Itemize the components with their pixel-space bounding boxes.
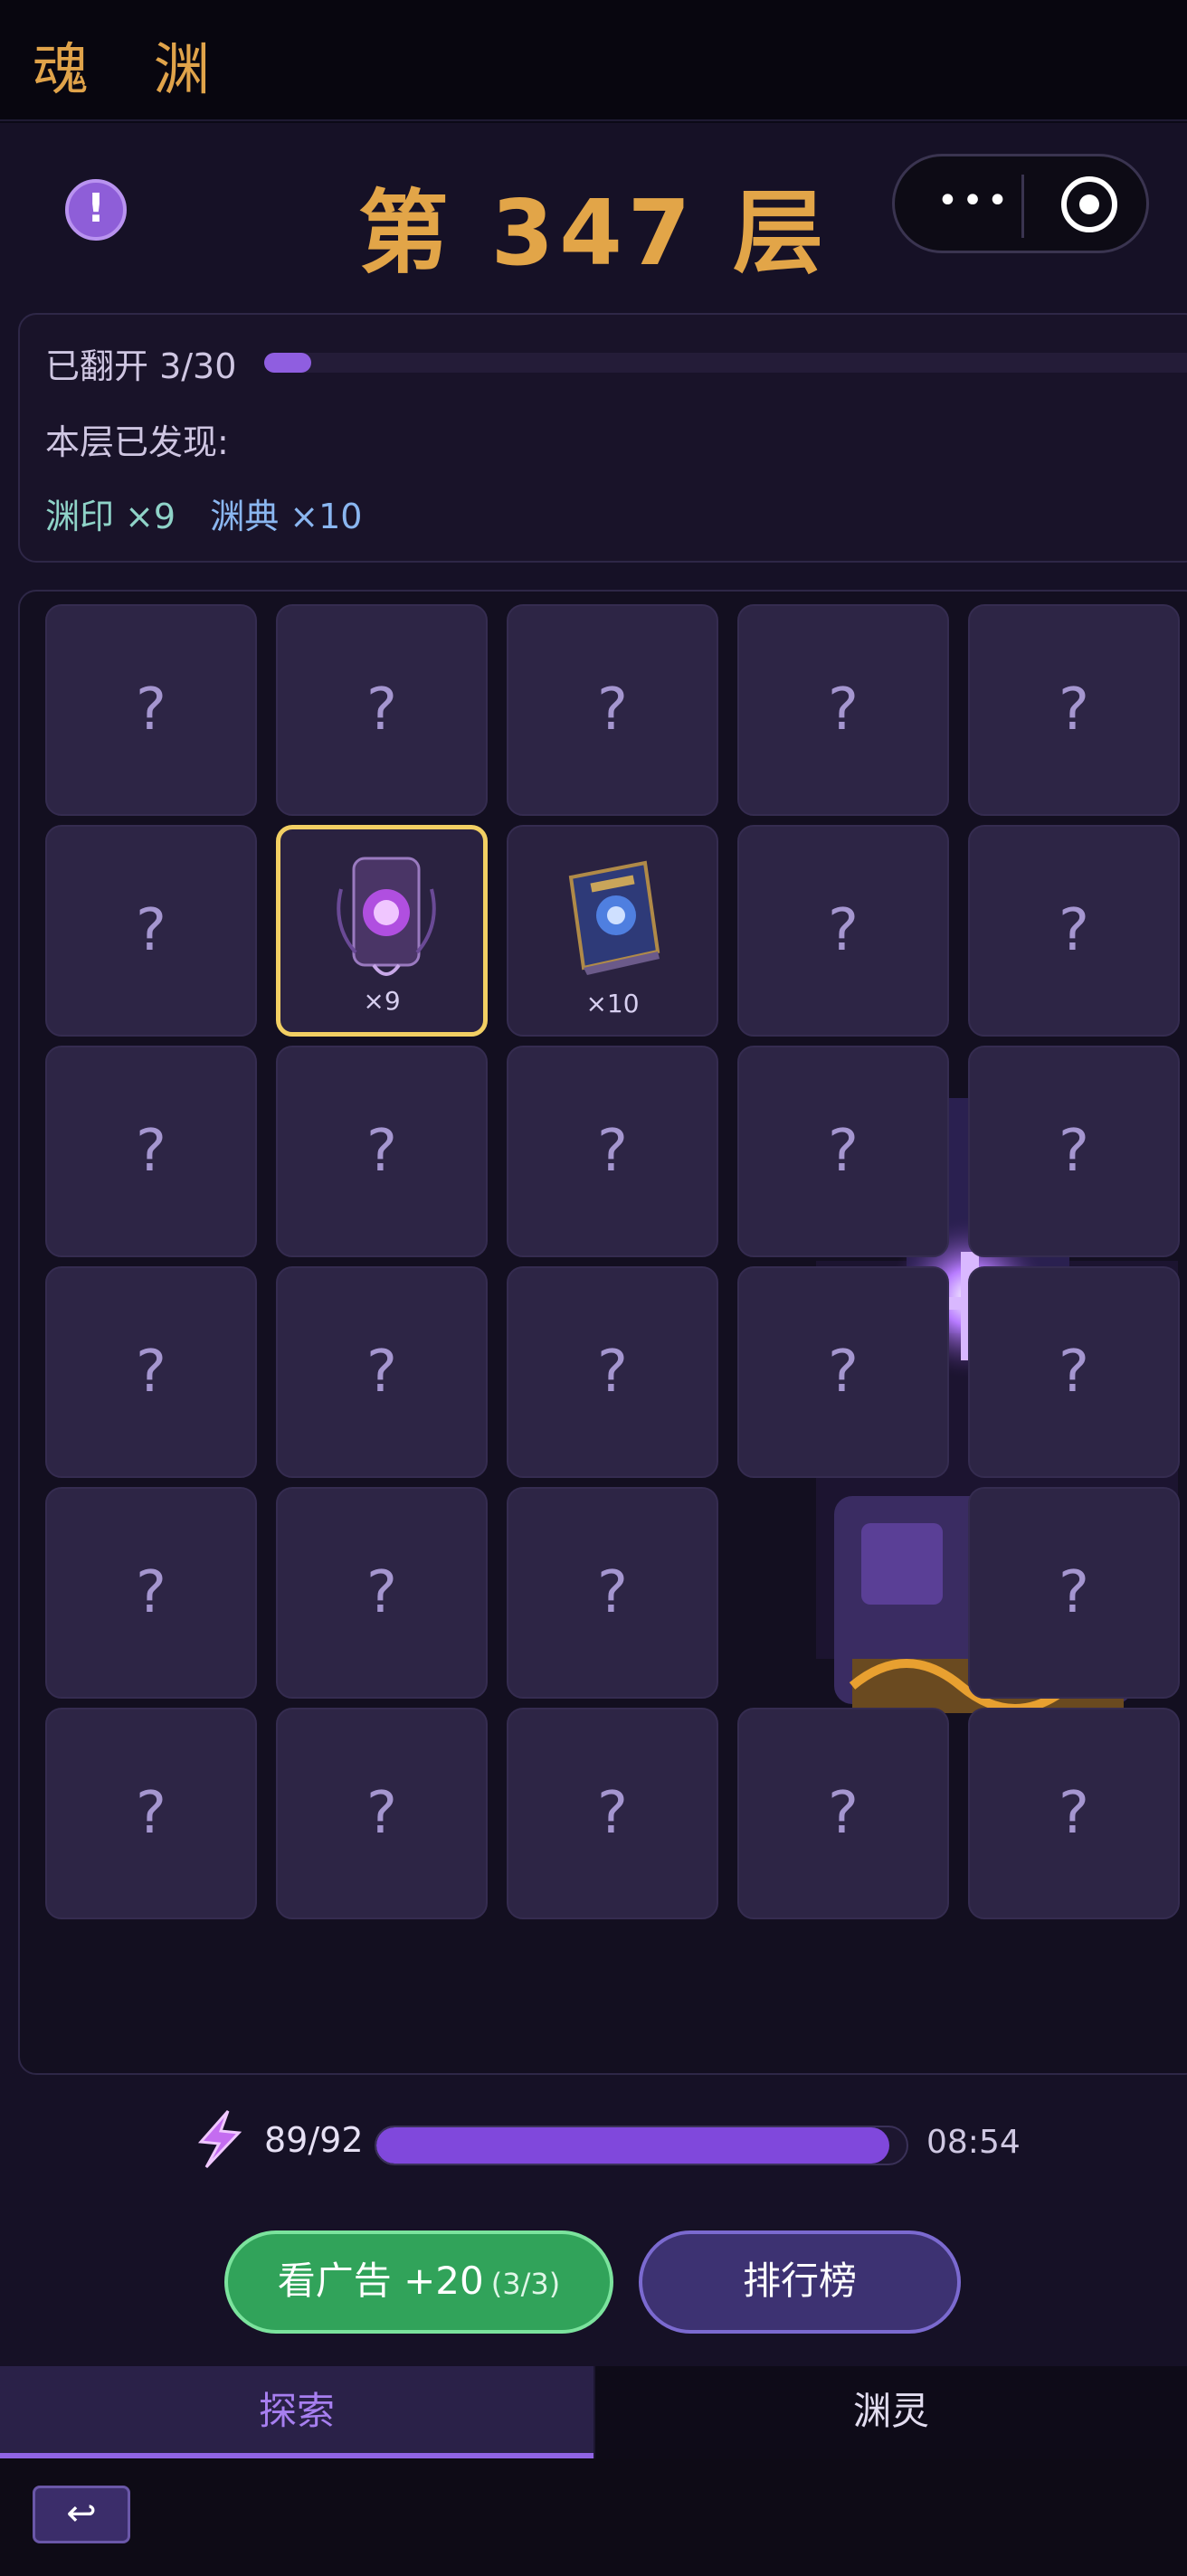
tile-r4-c2[interactable]: ?: [276, 1266, 488, 1478]
tile-mark: ?: [828, 897, 859, 964]
tile-r5-c5[interactable]: ?: [968, 1487, 1180, 1699]
tile-r2-c3-revealed[interactable]: ×10: [507, 825, 718, 1037]
energy-value: 89/92: [264, 2120, 364, 2160]
tile-r2-c2-revealed[interactable]: ×9: [276, 825, 488, 1037]
tile-r5-c2[interactable]: ?: [276, 1487, 488, 1699]
tile-mark: ?: [1059, 1559, 1089, 1626]
leaderboard-button[interactable]: 排行榜: [639, 2230, 961, 2334]
energy-timer: 08:54: [926, 2124, 1021, 2161]
tile-r4-c4[interactable]: ?: [737, 1266, 949, 1478]
tile-mark: ?: [1059, 1118, 1089, 1185]
tome-book-icon: [568, 860, 660, 975]
tile-mark: ?: [366, 1118, 397, 1185]
energy-fill: [376, 2127, 889, 2164]
tile-mark: ?: [136, 1118, 166, 1185]
tile-r4-c3[interactable]: ?: [507, 1266, 718, 1478]
tile-grid: ? ? ? ? ? ? ×9 ×10 ? ? ? ? ? ? ? ? ? ? ?…: [18, 590, 1187, 2075]
tile-mark: ?: [366, 1780, 397, 1847]
tile-r6-c5[interactable]: ?: [968, 1708, 1180, 1919]
tile-mark: ?: [597, 677, 628, 743]
watch-ad-label: 看广告 +20: [277, 2259, 484, 2303]
tile-mark: ?: [828, 1780, 859, 1847]
tile-mark: ?: [1059, 1339, 1089, 1406]
tile-mark: ?: [136, 1780, 166, 1847]
close-target-icon[interactable]: [1061, 176, 1117, 232]
watch-ad-count: (3/3): [490, 2267, 561, 2301]
tile-mark: ?: [366, 1559, 397, 1626]
tile-mark: ?: [1059, 677, 1089, 743]
tile-r1-c1[interactable]: ?: [45, 604, 257, 816]
tile-r3-c3[interactable]: ?: [507, 1046, 718, 1257]
tile-mark: ?: [366, 1339, 397, 1406]
tile-mark: ?: [828, 1118, 859, 1185]
energy-bar: [375, 2126, 908, 2165]
tile-r4-c5[interactable]: ?: [968, 1266, 1180, 1478]
tile-mark: ?: [597, 1339, 628, 1406]
tile-mark: ?: [1059, 897, 1089, 964]
tile-count: ×10: [585, 989, 640, 1018]
tile-mark: ?: [597, 1118, 628, 1185]
tile-r2-c5[interactable]: ?: [968, 825, 1180, 1037]
tile-r6-c1[interactable]: ?: [45, 1708, 257, 1919]
flip-progress-fill: [264, 353, 311, 373]
tile-r3-c5[interactable]: ?: [968, 1046, 1180, 1257]
flipped-count: 已翻开 3/30: [45, 346, 237, 386]
tile-r4-c1[interactable]: ?: [45, 1266, 257, 1478]
more-icon[interactable]: •••: [931, 183, 1018, 223]
tile-r1-c5[interactable]: ?: [968, 604, 1180, 816]
lightning-icon: [197, 2110, 242, 2169]
tile-count: ×9: [363, 986, 401, 1016]
bottom-bar: ↩: [0, 2458, 1187, 2576]
tile-mark: ?: [366, 677, 397, 743]
tab-spirits[interactable]: 渊灵: [594, 2366, 1187, 2458]
found-list: 渊印 ×9 渊典 ×10: [45, 488, 362, 538]
seal-card-icon: [337, 857, 436, 976]
found-item-seal: 渊印 ×9: [45, 497, 176, 536]
capsule-divider: [1021, 175, 1024, 238]
tile-r6-c4[interactable]: ?: [737, 1708, 949, 1919]
tile-mark: ?: [1059, 1780, 1089, 1847]
app-bar: 魂 渊: [0, 0, 1187, 121]
tile-r1-c3[interactable]: ?: [507, 604, 718, 816]
tile-mark: ?: [597, 1559, 628, 1626]
tile-r5-c1[interactable]: ?: [45, 1487, 257, 1699]
tile-mark: ?: [828, 677, 859, 743]
watch-ad-button[interactable]: 看广告 +20 (3/3): [224, 2230, 613, 2334]
tile-r2-c1[interactable]: ?: [45, 825, 257, 1037]
tile-r3-c1[interactable]: ?: [45, 1046, 257, 1257]
flip-progress-bar: [264, 353, 1187, 373]
tile-mark: ?: [597, 1780, 628, 1847]
tile-r6-c2[interactable]: ?: [276, 1708, 488, 1919]
main-page: ! 第 347 层 ••• 已翻开 3/30 本层已发现: 渊印 ×9 渊典 ×…: [0, 123, 1187, 2366]
tab-explore[interactable]: 探索: [0, 2366, 594, 2458]
tile-mark: ?: [136, 1339, 166, 1406]
mini-program-capsule: •••: [892, 154, 1149, 253]
progress-panel: 已翻开 3/30 本层已发现: 渊印 ×9 渊典 ×10: [18, 313, 1187, 563]
found-item-tome: 渊典 ×10: [210, 497, 363, 536]
app-title: 魂 渊: [33, 36, 233, 102]
tile-mark: ?: [136, 897, 166, 964]
tile-r2-c4[interactable]: ?: [737, 825, 949, 1037]
tile-mark: ?: [828, 1339, 859, 1406]
tile-mark: ?: [136, 677, 166, 743]
tab-bar: 探索 渊灵: [0, 2366, 1187, 2458]
tile-r6-c3[interactable]: ?: [507, 1708, 718, 1919]
found-label: 本层已发现:: [45, 422, 229, 462]
tile-r1-c2[interactable]: ?: [276, 604, 488, 816]
tile-r3-c2[interactable]: ?: [276, 1046, 488, 1257]
tile-r3-c4[interactable]: ?: [737, 1046, 949, 1257]
tile-r5-c3[interactable]: ?: [507, 1487, 718, 1699]
tile-r1-c4[interactable]: ?: [737, 604, 949, 816]
back-icon[interactable]: ↩: [33, 2486, 130, 2543]
tile-mark: ?: [136, 1559, 166, 1626]
